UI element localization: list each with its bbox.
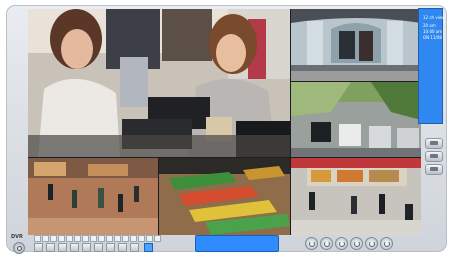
channel-button[interactable]	[42, 235, 49, 242]
channel-button[interactable]	[106, 235, 113, 242]
camera-view-parking-lot[interactable]	[291, 82, 421, 157]
layout-mode-button[interactable]	[82, 243, 91, 252]
channel-button[interactable]	[114, 235, 121, 242]
app-logo: DVR	[11, 234, 23, 240]
dvr-window: 12 ch view 20 am 10:00 am ON 11/08 DVR	[6, 5, 447, 254]
channel-button[interactable]	[130, 235, 137, 242]
channel-button[interactable]	[58, 235, 65, 242]
info-line-3: 10:00 am	[423, 29, 443, 34]
layout-mode-button[interactable]	[46, 243, 55, 252]
info-panel: 12 ch view 20 am 10:00 am ON 11/08	[418, 8, 445, 124]
camera-view-grocery-aisle[interactable]	[159, 158, 290, 235]
layout-button-1[interactable]	[425, 138, 443, 149]
layout-mode-button[interactable]	[106, 243, 115, 252]
info-line-2: 20 am	[423, 23, 436, 28]
info-line-4: ON 11/08	[423, 35, 442, 40]
layout-mode-button[interactable]	[94, 243, 103, 252]
channel-button[interactable]	[146, 235, 153, 242]
bottom-toolbar: DVR	[6, 231, 447, 254]
channel-button[interactable]	[34, 235, 41, 242]
stop-icon[interactable]	[350, 237, 363, 250]
layout-icon	[430, 154, 438, 158]
camera-view-supermarket-entrance[interactable]	[291, 158, 421, 235]
play-icon[interactable]	[320, 237, 333, 250]
layout-mode-button[interactable]	[118, 243, 127, 252]
layout-icon	[430, 167, 438, 171]
channel-button[interactable]	[74, 235, 81, 242]
channel-button[interactable]	[82, 235, 89, 242]
channel-button[interactable]	[122, 235, 129, 242]
info-line-1: 12 ch view	[423, 15, 445, 20]
camera-view-retail-checkout[interactable]	[28, 9, 290, 157]
power-icon[interactable]	[13, 242, 25, 254]
forward-icon[interactable]	[380, 237, 393, 250]
camera-view-revolving-door-entrance[interactable]	[291, 9, 421, 81]
layout-button-2[interactable]	[425, 151, 443, 162]
layout-mode-button[interactable]	[34, 243, 43, 252]
channel-button[interactable]	[50, 235, 57, 242]
rewind-icon[interactable]	[305, 237, 318, 250]
channel-button[interactable]	[66, 235, 73, 242]
pause-icon[interactable]	[335, 237, 348, 250]
layout-mode-button[interactable]	[58, 243, 67, 252]
channel-button[interactable]	[90, 235, 97, 242]
layout-mode-button[interactable]	[130, 243, 139, 252]
channel-button[interactable]	[138, 235, 145, 242]
camera-grid	[28, 9, 421, 235]
channel-button[interactable]	[154, 235, 161, 242]
layout-button-3[interactable]	[425, 164, 443, 175]
record-icon[interactable]	[365, 237, 378, 250]
channel-button[interactable]	[98, 235, 105, 242]
layout-icon	[430, 141, 438, 145]
layout-mode-button-active[interactable]	[144, 243, 153, 252]
status-display	[195, 235, 279, 252]
layout-mode-button[interactable]	[70, 243, 79, 252]
camera-view-store-floor-left[interactable]	[28, 158, 158, 235]
